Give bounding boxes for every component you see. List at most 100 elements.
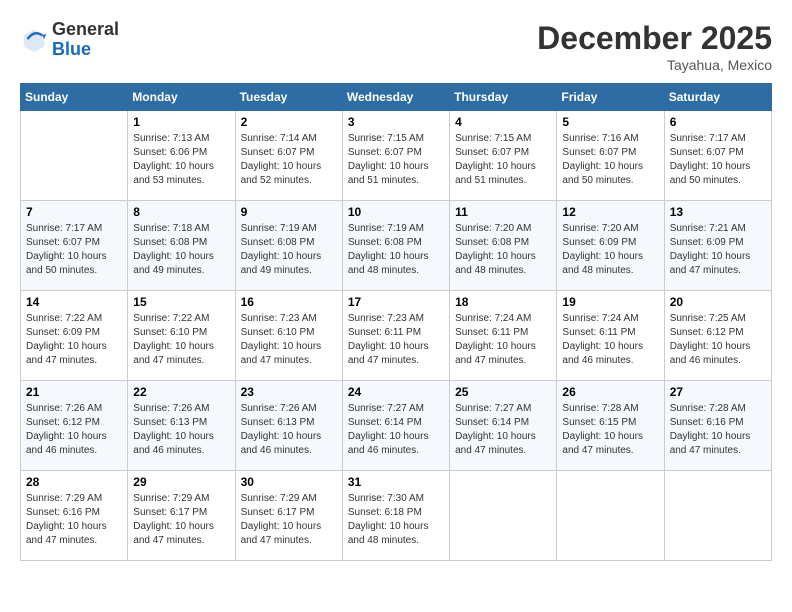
day-number: 29 [133,475,229,489]
day-number: 14 [26,295,122,309]
calendar-cell: 9Sunrise: 7:19 AM Sunset: 6:08 PM Daylig… [235,201,342,291]
day-info: Sunrise: 7:17 AM Sunset: 6:07 PM Dayligh… [670,132,766,188]
day-info: Sunrise: 7:24 AM Sunset: 6:11 PM Dayligh… [455,312,551,368]
calendar-week-row: 1Sunrise: 7:13 AM Sunset: 6:06 PM Daylig… [21,111,772,201]
weekday-header-tuesday: Tuesday [235,84,342,111]
day-number: 23 [241,385,337,399]
calendar-cell [664,471,771,561]
day-info: Sunrise: 7:20 AM Sunset: 6:08 PM Dayligh… [455,222,551,278]
calendar-cell: 8 Sunrise: 7:18 AM Sunset: 6:08 PM Daylig… [128,201,235,291]
day-number: 7 [26,205,122,219]
day-number: 3 [348,115,444,129]
weekday-header-saturday: Saturday [664,84,771,111]
title-block: December 2025 Tayahua, Mexico [537,20,772,73]
day-number: 17 [348,295,444,309]
calendar-cell: 12 Sunrise: 7:20 AM Sunset: 6:09 PM Dayli… [557,201,664,291]
day-info: Sunrise: 7:15 AM Sunset: 6:07 PM Dayligh… [348,132,444,188]
calendar-cell: 10 Sunrise: 7:19 AM Sunset: 6:08 PM Dayli… [342,201,449,291]
day-info: Sunrise: 7:18 AM Sunset: 6:08 PM Dayligh… [133,222,229,278]
calendar-cell: 19 Sunrise: 7:24 AM Sunset: 6:11 PM Dayli… [557,291,664,381]
day-number: 2 [241,115,337,129]
day-info: Sunrise: 7:15 AM Sunset: 6:07 PM Dayligh… [455,132,551,188]
day-info: Sunrise: 7:25 AM Sunset: 6:12 PM Dayligh… [670,312,766,368]
day-number: 31 [348,475,444,489]
calendar-cell: 1Sunrise: 7:13 AM Sunset: 6:06 PM Daylig… [128,111,235,201]
calendar-cell: 13 Sunrise: 7:21 AM Sunset: 6:09 PM Dayli… [664,201,771,291]
day-number: 27 [670,385,766,399]
month-year-title: December 2025 [537,20,772,57]
day-info: Sunrise: 7:23 AM Sunset: 6:10 PM Dayligh… [241,312,337,368]
day-number: 30 [241,475,337,489]
calendar-cell: 2 Sunrise: 7:14 AM Sunset: 6:07 PM Daylig… [235,111,342,201]
calendar-cell: 6 Sunrise: 7:17 AM Sunset: 6:07 PM Daylig… [664,111,771,201]
day-info: Sunrise: 7:13 AM Sunset: 6:06 PM Dayligh… [133,132,229,188]
calendar-cell: 30 Sunrise: 7:29 AM Sunset: 6:17 PM Dayli… [235,471,342,561]
day-info: Sunrise: 7:24 AM Sunset: 6:11 PM Dayligh… [562,312,658,368]
day-number: 6 [670,115,766,129]
day-info: Sunrise: 7:19 AM Sunset: 6:08 PM Dayligh… [348,222,444,278]
calendar-week-row: 14 Sunrise: 7:22 AM Sunset: 6:09 PM Dayli… [21,291,772,381]
logo: General Blue [20,20,119,60]
calendar-week-row: 28Sunrise: 7:29 AM Sunset: 6:16 PM Dayli… [21,471,772,561]
calendar-cell: 18 Sunrise: 7:24 AM Sunset: 6:11 PM Dayli… [450,291,557,381]
day-number: 13 [670,205,766,219]
calendar-cell: 25Sunrise: 7:27 AM Sunset: 6:14 PM Dayli… [450,381,557,471]
day-info: Sunrise: 7:17 AM Sunset: 6:07 PM Dayligh… [26,222,122,278]
calendar-cell: 28Sunrise: 7:29 AM Sunset: 6:16 PM Dayli… [21,471,128,561]
day-info: Sunrise: 7:20 AM Sunset: 6:09 PM Dayligh… [562,222,658,278]
calendar-cell: 7 Sunrise: 7:17 AM Sunset: 6:07 PM Daylig… [21,201,128,291]
calendar-table: SundayMondayTuesdayWednesdayThursdayFrid… [20,83,772,561]
day-number: 16 [241,295,337,309]
weekday-header-wednesday: Wednesday [342,84,449,111]
weekday-header-thursday: Thursday [450,84,557,111]
day-number: 11 [455,205,551,219]
day-info: Sunrise: 7:26 AM Sunset: 6:13 PM Dayligh… [241,402,337,458]
day-number: 26 [562,385,658,399]
day-info: Sunrise: 7:29 AM Sunset: 6:17 PM Dayligh… [241,492,337,548]
calendar-cell: 11 Sunrise: 7:20 AM Sunset: 6:08 PM Dayli… [450,201,557,291]
calendar-cell: 22 Sunrise: 7:26 AM Sunset: 6:13 PM Dayli… [128,381,235,471]
day-info: Sunrise: 7:21 AM Sunset: 6:09 PM Dayligh… [670,222,766,278]
calendar-cell: 27Sunrise: 7:28 AM Sunset: 6:16 PM Dayli… [664,381,771,471]
day-info: Sunrise: 7:22 AM Sunset: 6:10 PM Dayligh… [133,312,229,368]
calendar-cell: 23 Sunrise: 7:26 AM Sunset: 6:13 PM Dayli… [235,381,342,471]
calendar-cell: 20 Sunrise: 7:25 AM Sunset: 6:12 PM Dayli… [664,291,771,381]
calendar-cell [21,111,128,201]
calendar-cell: 21Sunrise: 7:26 AM Sunset: 6:12 PM Dayli… [21,381,128,471]
day-number: 15 [133,295,229,309]
day-info: Sunrise: 7:26 AM Sunset: 6:12 PM Dayligh… [26,402,122,458]
day-info: Sunrise: 7:29 AM Sunset: 6:16 PM Dayligh… [26,492,122,548]
calendar-cell [557,471,664,561]
location-subtitle: Tayahua, Mexico [537,57,772,73]
calendar-cell: 16 Sunrise: 7:23 AM Sunset: 6:10 PM Dayli… [235,291,342,381]
day-number: 5 [562,115,658,129]
day-number: 10 [348,205,444,219]
day-info: Sunrise: 7:22 AM Sunset: 6:09 PM Dayligh… [26,312,122,368]
day-info: Sunrise: 7:14 AM Sunset: 6:07 PM Dayligh… [241,132,337,188]
calendar-cell: 17Sunrise: 7:23 AM Sunset: 6:11 PM Dayli… [342,291,449,381]
logo-text: General Blue [52,20,119,60]
day-number: 12 [562,205,658,219]
calendar-cell: 3 Sunrise: 7:15 AM Sunset: 6:07 PM Daylig… [342,111,449,201]
day-info: Sunrise: 7:26 AM Sunset: 6:13 PM Dayligh… [133,402,229,458]
day-number: 22 [133,385,229,399]
day-number: 24 [348,385,444,399]
calendar-header-row: SundayMondayTuesdayWednesdayThursdayFrid… [21,84,772,111]
day-info: Sunrise: 7:27 AM Sunset: 6:14 PM Dayligh… [348,402,444,458]
day-info: Sunrise: 7:28 AM Sunset: 6:15 PM Dayligh… [562,402,658,458]
calendar-cell: 4 Sunrise: 7:15 AM Sunset: 6:07 PM Daylig… [450,111,557,201]
day-info: Sunrise: 7:29 AM Sunset: 6:17 PM Dayligh… [133,492,229,548]
calendar-cell [450,471,557,561]
day-number: 8 [133,205,229,219]
calendar-cell: 29 Sunrise: 7:29 AM Sunset: 6:17 PM Dayli… [128,471,235,561]
weekday-header-sunday: Sunday [21,84,128,111]
day-number: 19 [562,295,658,309]
day-info: Sunrise: 7:16 AM Sunset: 6:07 PM Dayligh… [562,132,658,188]
calendar-cell: 15 Sunrise: 7:22 AM Sunset: 6:10 PM Dayli… [128,291,235,381]
day-info: Sunrise: 7:30 AM Sunset: 6:18 PM Dayligh… [348,492,444,548]
page-header: General Blue December 2025 Tayahua, Mexi… [20,20,772,73]
day-number: 20 [670,295,766,309]
day-number: 4 [455,115,551,129]
day-number: 18 [455,295,551,309]
calendar-week-row: 7 Sunrise: 7:17 AM Sunset: 6:07 PM Daylig… [21,201,772,291]
